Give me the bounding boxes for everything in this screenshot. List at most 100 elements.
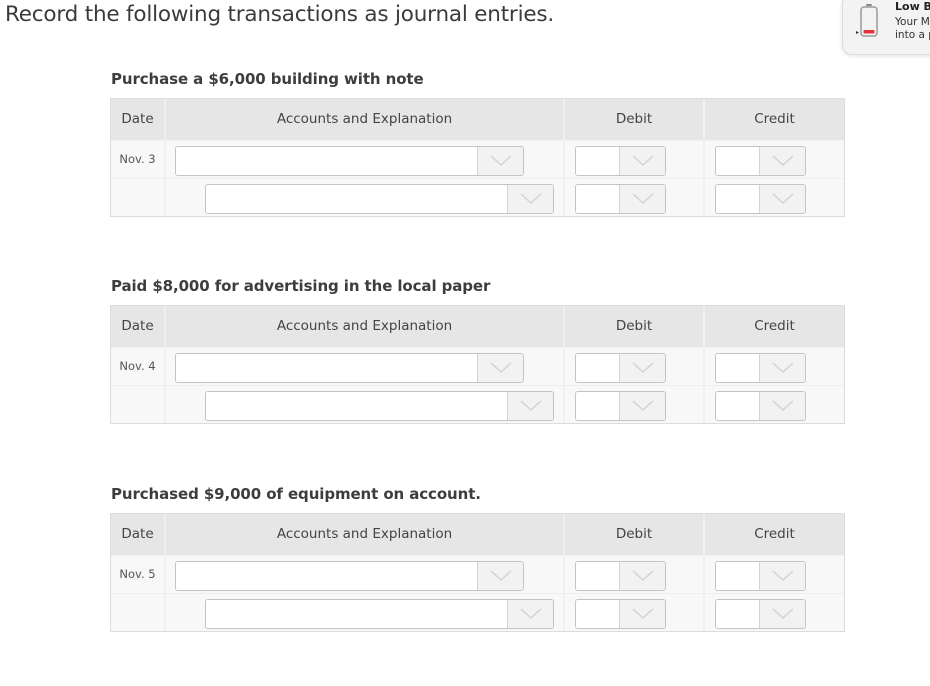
debit-input[interactable] <box>576 562 619 590</box>
credit-input[interactable] <box>716 562 759 590</box>
credit-cell <box>705 594 844 631</box>
debit-select[interactable] <box>575 561 666 591</box>
credit-select[interactable] <box>715 353 806 383</box>
dropdown-button[interactable] <box>619 354 665 382</box>
dropdown-button[interactable] <box>619 185 665 213</box>
debit-select[interactable] <box>575 599 666 629</box>
dropdown-button[interactable] <box>759 600 805 628</box>
debit-select[interactable] <box>575 184 666 214</box>
date-cell: Nov. 4 <box>111 348 166 385</box>
page-title: Record the following transactions as jou… <box>5 2 555 27</box>
dropdown-button[interactable] <box>477 147 523 175</box>
dropdown-button[interactable] <box>619 147 665 175</box>
dropdown-button[interactable] <box>759 147 805 175</box>
account-cell <box>166 179 565 216</box>
account-cell <box>166 348 565 385</box>
journal-table: Date Accounts and Explanation Debit Cred… <box>110 513 845 632</box>
credit-input[interactable] <box>716 600 759 628</box>
account-select-debit[interactable] <box>175 353 524 383</box>
header-debit: Debit <box>565 99 705 140</box>
account-input[interactable] <box>206 600 507 628</box>
dropdown-button[interactable] <box>507 392 553 420</box>
header-accounts: Accounts and Explanation <box>166 306 565 347</box>
journal-table: Date Accounts and Explanation Debit Cred… <box>110 98 845 217</box>
debit-input[interactable] <box>576 147 619 175</box>
header-debit: Debit <box>565 306 705 347</box>
debit-cell <box>565 141 705 178</box>
header-accounts: Accounts and Explanation <box>166 99 565 140</box>
section-title: Purchased $9,000 of equipment on account… <box>111 485 481 503</box>
debit-cell <box>565 594 705 631</box>
table-row <box>111 179 844 216</box>
table-row <box>111 386 844 423</box>
dropdown-button[interactable] <box>619 600 665 628</box>
account-cell <box>166 141 565 178</box>
dropdown-button[interactable] <box>477 354 523 382</box>
chevron-down-icon <box>490 155 512 167</box>
account-input[interactable] <box>206 185 507 213</box>
dropdown-button[interactable] <box>759 392 805 420</box>
dropdown-button[interactable] <box>759 562 805 590</box>
credit-cell <box>705 386 844 423</box>
header-credit: Credit <box>754 526 795 542</box>
credit-select[interactable] <box>715 391 806 421</box>
credit-select[interactable] <box>715 184 806 214</box>
table-row: Nov. 4 <box>111 348 844 386</box>
notification-body-line2: into a p <box>895 29 930 41</box>
debit-cell <box>565 179 705 216</box>
dropdown-button[interactable] <box>759 354 805 382</box>
credit-select[interactable] <box>715 561 806 591</box>
debit-select[interactable] <box>575 353 666 383</box>
credit-input[interactable] <box>716 354 759 382</box>
header-credit: Credit <box>754 111 795 127</box>
debit-input[interactable] <box>576 185 619 213</box>
account-select-credit[interactable] <box>205 184 554 214</box>
journal-section-nov5: Purchased $9,000 of equipment on account… <box>110 484 845 632</box>
chevron-down-icon <box>632 362 654 374</box>
dropdown-button[interactable] <box>507 600 553 628</box>
low-battery-notification[interactable]: Low Ba Your M into a p <box>842 0 930 55</box>
debit-input[interactable] <box>576 392 619 420</box>
section-title: Paid $8,000 for advertising in the local… <box>111 277 491 295</box>
date-cell: Nov. 3 <box>111 141 166 178</box>
credit-select[interactable] <box>715 146 806 176</box>
chevron-down-icon <box>772 570 794 582</box>
debit-cell <box>565 556 705 593</box>
credit-input[interactable] <box>716 185 759 213</box>
date-cell: Nov. 5 <box>111 556 166 593</box>
header-date: Date <box>111 99 166 140</box>
debit-select[interactable] <box>575 146 666 176</box>
debit-input[interactable] <box>576 600 619 628</box>
credit-select[interactable] <box>715 599 806 629</box>
date-cell-empty <box>111 594 166 631</box>
account-select-debit[interactable] <box>175 561 524 591</box>
credit-input[interactable] <box>716 392 759 420</box>
chevron-down-icon <box>772 155 794 167</box>
notification-title: Low Ba <box>895 0 930 13</box>
chevron-down-icon <box>772 400 794 412</box>
header-debit: Debit <box>565 514 705 555</box>
account-input[interactable] <box>176 562 477 590</box>
dropdown-button[interactable] <box>759 185 805 213</box>
chevron-down-icon <box>520 193 542 205</box>
dropdown-button[interactable] <box>477 562 523 590</box>
dropdown-button[interactable] <box>619 392 665 420</box>
account-select-credit[interactable] <box>205 391 554 421</box>
chevron-down-icon <box>632 193 654 205</box>
debit-select[interactable] <box>575 391 666 421</box>
credit-input[interactable] <box>716 147 759 175</box>
account-select-debit[interactable] <box>175 146 524 176</box>
date-cell-empty <box>111 386 166 423</box>
debit-input[interactable] <box>576 354 619 382</box>
account-cell <box>166 386 565 423</box>
account-input[interactable] <box>206 392 507 420</box>
account-input[interactable] <box>176 147 477 175</box>
dropdown-button[interactable] <box>507 185 553 213</box>
account-select-credit[interactable] <box>205 599 554 629</box>
chevron-down-icon <box>632 400 654 412</box>
account-cell <box>166 556 565 593</box>
chevron-down-icon <box>520 608 542 620</box>
credit-cell <box>705 179 844 216</box>
dropdown-button[interactable] <box>619 562 665 590</box>
account-input[interactable] <box>176 354 477 382</box>
